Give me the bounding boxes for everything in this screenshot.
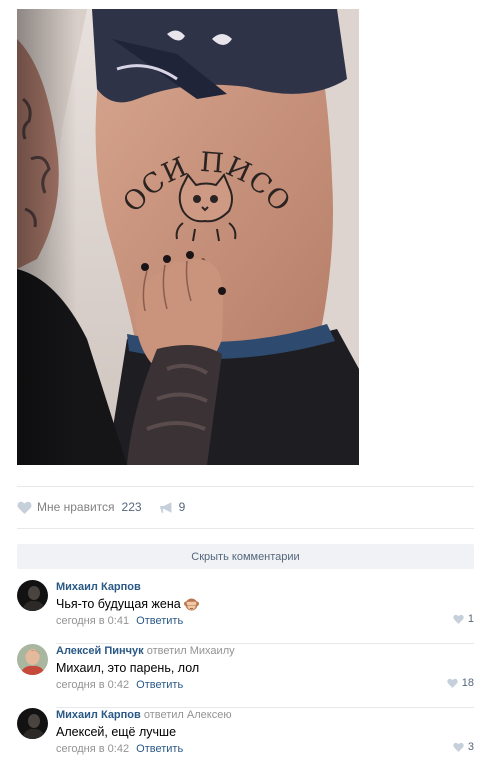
avatar[interactable]	[17, 708, 48, 739]
comment-time: сегодня в 0:42	[56, 743, 130, 755]
comment-author[interactable]: Алексей Пинчук	[56, 645, 144, 657]
post-photo[interactable]: СОСИ ПИСОС	[17, 9, 359, 465]
heart-icon	[447, 678, 458, 688]
avatar[interactable]	[17, 644, 48, 675]
comment: Михаил Карпов Чья-то будущая жена сегодн…	[17, 580, 474, 644]
comment-time: сегодня в 0:41	[56, 615, 130, 627]
comment-like-count: 1	[467, 613, 474, 625]
like-label: Мне нравится	[37, 500, 115, 514]
heart-icon	[17, 501, 32, 514]
reply-link[interactable]: Ответить	[136, 615, 183, 627]
comment-time: сегодня в 0:42	[56, 679, 130, 691]
share-count: 9	[178, 500, 186, 514]
reply-to-label: ответил Михаилу	[146, 645, 235, 657]
comment-like-button[interactable]: 1	[453, 613, 474, 625]
see-no-evil-monkey-icon	[183, 598, 199, 610]
comment-text: Алексей, ещё лучше	[56, 725, 177, 739]
comment-text: Михаил, это парень, лол	[56, 661, 200, 675]
divider	[17, 486, 474, 487]
heart-icon	[453, 614, 464, 624]
comment-like-button[interactable]: 18	[447, 677, 474, 689]
like-button[interactable]: Мне нравится 223	[17, 500, 142, 514]
post-photo-image: СОСИ ПИСОС	[17, 9, 359, 465]
comment-like-count: 18	[461, 677, 474, 689]
comment: Михаил Карпов ответил Алексею Алексей, е…	[17, 708, 474, 767]
comment: Алексей Пинчук ответил Михаилу Михаил, э…	[17, 644, 474, 708]
megaphone-icon	[159, 501, 172, 513]
reply-link[interactable]: Ответить	[136, 743, 183, 755]
like-count: 223	[121, 500, 142, 514]
heart-icon	[453, 742, 464, 752]
share-button[interactable]: 9	[159, 500, 186, 514]
reply-to-label: ответил Алексею	[143, 709, 232, 721]
reply-link[interactable]: Ответить	[136, 679, 183, 691]
comment-text: Чья-то будущая жена	[56, 597, 181, 611]
post-actions: Мне нравится 223 9	[17, 498, 185, 516]
hide-comments-button[interactable]: Скрыть комментарии	[17, 544, 474, 569]
divider	[17, 528, 474, 529]
comment-like-count: 3	[467, 741, 474, 753]
comment-like-button[interactable]: 3	[453, 741, 474, 753]
comment-author[interactable]: Михаил Карпов	[56, 709, 141, 721]
avatar[interactable]	[17, 580, 48, 611]
comment-author[interactable]: Михаил Карпов	[56, 581, 141, 593]
